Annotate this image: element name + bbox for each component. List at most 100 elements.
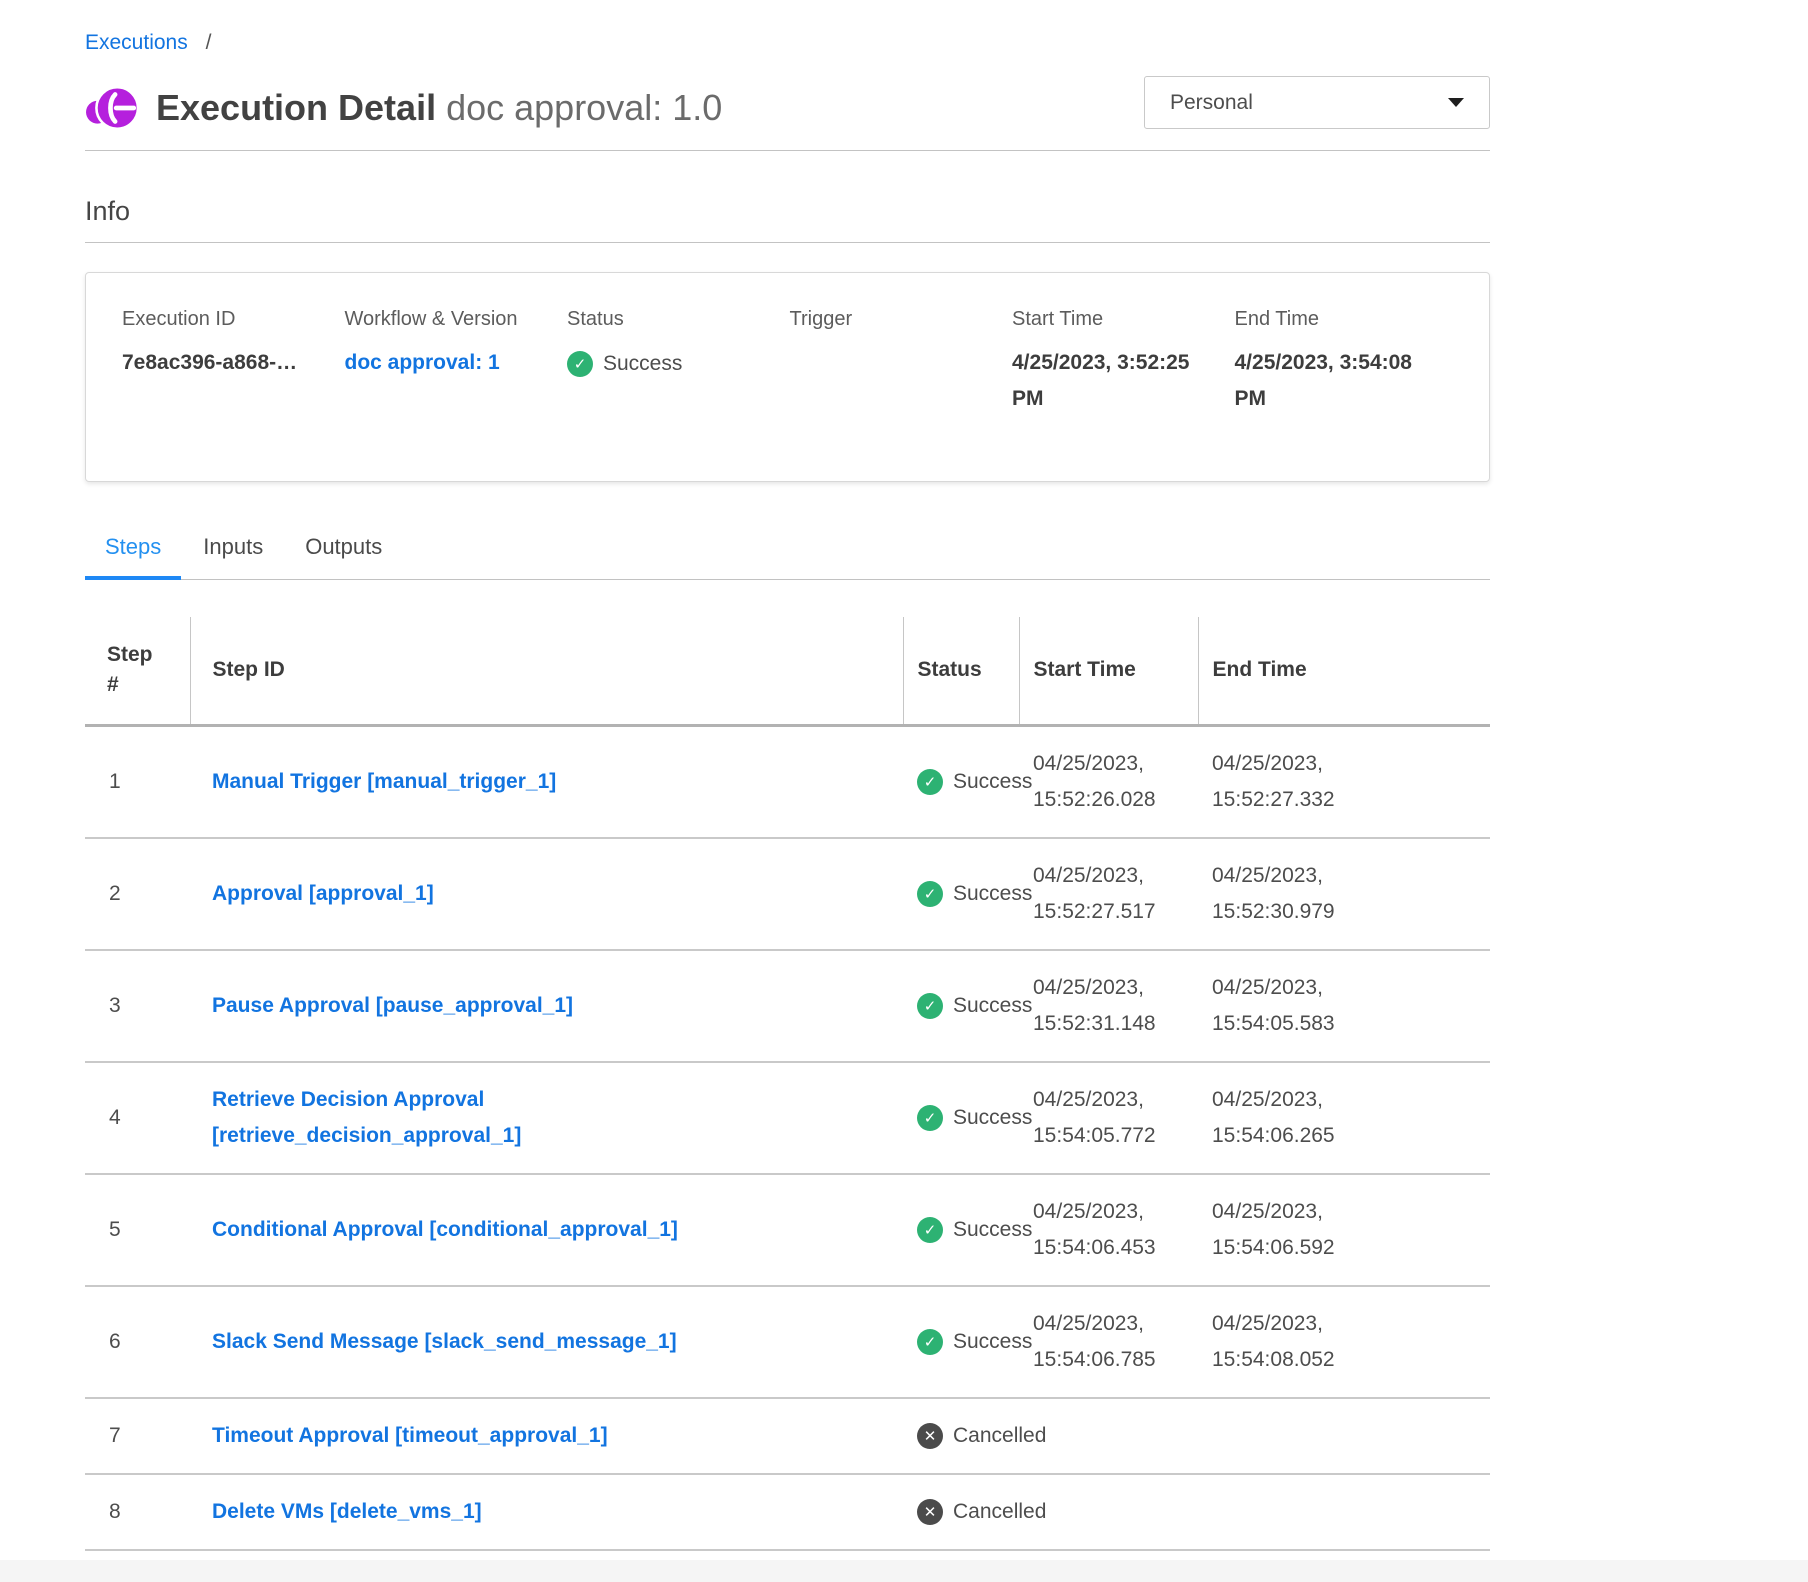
status-badge: ✓ Success <box>917 1105 1032 1131</box>
success-check-icon: ✓ <box>567 351 593 377</box>
workspace-select-value: Personal <box>1170 91 1448 115</box>
step-number-cell: 1 <box>85 725 190 838</box>
status-label: Status <box>567 307 786 332</box>
info-field-start-time: Start Time 4/25/2023, 3:52:25 PM <box>1012 307 1231 417</box>
tab-steps[interactable]: Steps <box>85 534 181 580</box>
success-check-icon: ✓ <box>917 1217 943 1243</box>
steps-table: Step # Step ID Status Start Time End Tim… <box>85 617 1490 1551</box>
step-status-cell: ✕ Cancelled <box>903 1398 1019 1474</box>
column-header-step-id: Step ID <box>190 617 903 725</box>
step-number-cell: 2 <box>85 838 190 950</box>
execution-id-value: 7e8ac396-a868-… <box>122 345 327 381</box>
status-text: Success <box>953 1218 1032 1242</box>
step-start-time-cell: 04/25/2023,15:54:05.772 <box>1019 1062 1198 1174</box>
step-end-time-cell: 04/25/2023,15:54:08.052 <box>1198 1286 1490 1398</box>
column-header-step-num: Step # <box>85 617 190 725</box>
step-status-cell: ✕ Cancelled <box>903 1474 1019 1550</box>
step-end-time-cell: 04/25/2023,15:54:06.592 <box>1198 1174 1490 1286</box>
step-start-time-cell: 04/25/2023,15:52:31.148 <box>1019 950 1198 1062</box>
end-time-value: 4/25/2023, 3:54:08 PM <box>1235 345 1440 417</box>
workflow-version-link[interactable]: doc approval: 1 <box>345 351 500 374</box>
table-row: 4 Retrieve Decision Approval [retrieve_d… <box>85 1062 1490 1174</box>
status-badge: ✓ Success <box>917 993 1032 1019</box>
info-field-execution-id: Execution ID 7e8ac396-a868-… <box>122 307 341 417</box>
success-check-icon: ✓ <box>917 881 943 907</box>
status-text: Success <box>953 1106 1032 1130</box>
step-link[interactable]: Delete VMs [delete_vms_1] <box>212 1494 482 1530</box>
table-row: 7 Timeout Approval [timeout_approval_1] … <box>85 1398 1490 1474</box>
step-id-cell: Delete VMs [delete_vms_1] <box>190 1474 903 1550</box>
page-subtitle: doc approval: 1.0 <box>446 87 722 128</box>
step-link[interactable]: Conditional Approval [conditional_approv… <box>212 1212 678 1248</box>
step-end-time-cell <box>1198 1474 1490 1550</box>
status-badge: ✓ Success <box>917 881 1032 907</box>
step-end-time-cell: 04/25/2023,15:52:30.979 <box>1198 838 1490 950</box>
success-check-icon: ✓ <box>917 1329 943 1355</box>
column-header-status: Status <box>903 617 1019 725</box>
status-text: Success <box>953 882 1032 906</box>
workspace-select[interactable]: Personal <box>1144 76 1490 129</box>
success-check-icon: ✓ <box>917 769 943 795</box>
step-id-cell: Manual Trigger [manual_trigger_1] <box>190 725 903 838</box>
tab-inputs[interactable]: Inputs <box>183 534 283 580</box>
success-check-icon: ✓ <box>917 993 943 1019</box>
execution-id-label: Execution ID <box>122 307 341 332</box>
workflow-executions-icon <box>85 81 139 135</box>
step-status-cell: ✓ Success <box>903 1286 1019 1398</box>
page-background-strip <box>0 1560 1808 1582</box>
status-badge: ✓ Success <box>567 346 682 382</box>
step-link[interactable]: Approval [approval_1] <box>212 876 434 912</box>
chevron-down-icon <box>1448 98 1464 107</box>
step-end-time-cell: 04/25/2023,15:54:05.583 <box>1198 950 1490 1062</box>
step-status-cell: ✓ Success <box>903 1174 1019 1286</box>
info-field-workflow-version: Workflow & Version doc approval: 1 <box>345 307 564 417</box>
step-link[interactable]: Slack Send Message [slack_send_message_1… <box>212 1324 677 1360</box>
tab-outputs[interactable]: Outputs <box>285 534 402 580</box>
step-number-cell: 8 <box>85 1474 190 1550</box>
step-id-cell: Conditional Approval [conditional_approv… <box>190 1174 903 1286</box>
breadcrumb-executions-link[interactable]: Executions <box>85 31 188 54</box>
detail-tabs: Steps Inputs Outputs <box>85 534 1490 580</box>
table-row: 2 Approval [approval_1] ✓ Success 04/25/… <box>85 838 1490 950</box>
step-end-time-cell: 04/25/2023,15:52:27.332 <box>1198 725 1490 838</box>
step-status-cell: ✓ Success <box>903 725 1019 838</box>
step-end-time-cell <box>1198 1398 1490 1474</box>
step-start-time-cell: 04/25/2023,15:54:06.785 <box>1019 1286 1198 1398</box>
table-row: 6 Slack Send Message [slack_send_message… <box>85 1286 1490 1398</box>
step-link[interactable]: Retrieve Decision Approval [retrieve_dec… <box>212 1082 772 1154</box>
start-time-value: 4/25/2023, 3:52:25 PM <box>1012 345 1217 417</box>
step-end-time-cell: 04/25/2023,15:54:06.265 <box>1198 1062 1490 1174</box>
step-number-cell: 3 <box>85 950 190 1062</box>
cancelled-x-icon: ✕ <box>917 1423 943 1449</box>
table-row: 1 Manual Trigger [manual_trigger_1] ✓ Su… <box>85 725 1490 838</box>
step-id-cell: Retrieve Decision Approval [retrieve_dec… <box>190 1062 903 1174</box>
step-link[interactable]: Manual Trigger [manual_trigger_1] <box>212 764 556 800</box>
info-section-title: Info <box>85 196 1490 227</box>
step-start-time-cell: 04/25/2023,15:52:27.517 <box>1019 838 1198 950</box>
status-text: Cancelled <box>953 1424 1046 1448</box>
step-id-cell: Approval [approval_1] <box>190 838 903 950</box>
step-status-cell: ✓ Success <box>903 1062 1019 1174</box>
info-card: Execution ID 7e8ac396-a868-… Workflow & … <box>85 272 1490 482</box>
column-header-end-time: End Time <box>1198 617 1490 725</box>
step-number-cell: 7 <box>85 1398 190 1474</box>
step-start-time-cell: 04/25/2023,15:52:26.028 <box>1019 725 1198 838</box>
status-badge: ✓ Success <box>917 1217 1032 1243</box>
step-link[interactable]: Pause Approval [pause_approval_1] <box>212 988 573 1024</box>
step-number-cell: 5 <box>85 1174 190 1286</box>
status-text: Success <box>953 770 1032 794</box>
step-id-cell: Timeout Approval [timeout_approval_1] <box>190 1398 903 1474</box>
info-field-end-time: End Time 4/25/2023, 3:54:08 PM <box>1235 307 1454 417</box>
divider <box>85 242 1490 243</box>
cancelled-x-icon: ✕ <box>917 1499 943 1525</box>
status-badge: ✓ Success <box>917 1329 1032 1355</box>
info-field-status: Status ✓ Success <box>567 307 786 417</box>
step-link[interactable]: Timeout Approval [timeout_approval_1] <box>212 1418 608 1454</box>
step-number-cell: 4 <box>85 1062 190 1174</box>
step-start-time-cell: 04/25/2023,15:54:06.453 <box>1019 1174 1198 1286</box>
status-badge: ✕ Cancelled <box>917 1499 1046 1525</box>
end-time-label: End Time <box>1235 307 1454 332</box>
status-value: Success <box>603 346 682 382</box>
step-id-cell: Pause Approval [pause_approval_1] <box>190 950 903 1062</box>
status-badge: ✓ Success <box>917 769 1032 795</box>
